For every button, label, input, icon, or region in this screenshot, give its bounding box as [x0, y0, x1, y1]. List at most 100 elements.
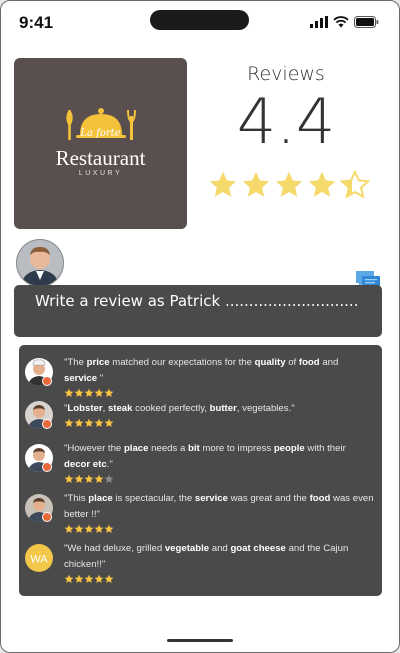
- svg-text:WA: WA: [30, 554, 48, 566]
- star-empty-icon: [104, 474, 114, 483]
- review-keyword: butter: [209, 403, 237, 414]
- review-keyword: bit: [187, 443, 200, 454]
- review-text-segment: was great and the: [227, 493, 310, 504]
- review-keyword: service: [194, 493, 228, 504]
- star-full-icon: [104, 574, 114, 583]
- reviewer-badge-icon: [42, 462, 52, 472]
- review-rating-stars: [64, 574, 114, 584]
- star-full-icon: [64, 388, 74, 397]
- restaurant-logo: La forte Restaurant LUXURY: [14, 58, 187, 229]
- review-keyword: price: [86, 357, 110, 368]
- star-full-icon: [84, 574, 94, 583]
- status-icons: [310, 14, 379, 28]
- review-keyword: food: [309, 493, 331, 504]
- star-full-icon: [74, 524, 84, 533]
- reviews-heading: Reviews: [247, 63, 325, 85]
- reviewer-avatar: WA: [25, 544, 53, 572]
- star-full-icon: [64, 574, 74, 583]
- star-full-icon: [74, 388, 84, 397]
- review-text-segment: more to impress: [199, 443, 274, 454]
- star-full-icon: [94, 574, 104, 583]
- star-full-icon: [94, 388, 104, 397]
- review-text-segment: "However the: [64, 443, 124, 454]
- status-time: 9:41: [19, 13, 54, 32]
- logo-script-text: La forte: [80, 128, 121, 139]
- review-text-segment: and: [209, 543, 231, 554]
- review-text-segment: ": [97, 373, 104, 384]
- review-keyword: place: [88, 493, 113, 504]
- star-full-icon: [84, 524, 94, 533]
- star-full-icon: [64, 474, 74, 483]
- review-keyword: steak: [107, 403, 133, 414]
- star-full-icon: [242, 171, 270, 197]
- review-rating-stars: [64, 388, 114, 398]
- review-text: "Lobster, steak cooked perfectly, butter…: [64, 401, 374, 417]
- star-full-icon: [94, 418, 104, 427]
- review-keyword: quality: [254, 357, 286, 368]
- star-full-icon: [74, 574, 84, 583]
- write-review-prompt: Write a review as Patrick ..............…: [35, 292, 359, 310]
- review-text-segment: of: [285, 357, 299, 368]
- review-text-segment: needs a: [148, 443, 188, 454]
- star-full-icon: [94, 474, 104, 483]
- star-full-icon: [308, 171, 336, 197]
- star-full-icon: [94, 524, 104, 533]
- star-full-icon: [84, 418, 94, 427]
- reviewer-badge-icon: [42, 512, 52, 522]
- review-text: "We had deluxe, grilled vegetable and go…: [64, 541, 374, 573]
- review-text-segment: "This: [64, 493, 89, 504]
- review-keyword: goat cheese: [230, 543, 286, 554]
- battery-icon: [354, 16, 379, 28]
- review-text-segment: matched our expectations for the: [109, 357, 255, 368]
- reviewer-badge-icon: [42, 419, 52, 429]
- star-full-icon: [84, 388, 94, 397]
- phone-frame: 9:41 La forte Restaurant LUXURY Reviews …: [0, 0, 400, 653]
- signal-icon: [310, 16, 328, 28]
- star-full-icon: [209, 171, 237, 197]
- review-keyword: people: [273, 443, 305, 454]
- review-keyword: Lobster: [67, 403, 103, 414]
- review-rating-stars: [64, 474, 114, 484]
- user-portrait-icon: [17, 240, 63, 286]
- logo-subtitle: LUXURY: [78, 170, 123, 177]
- avatar-initials-icon: WA: [25, 544, 53, 572]
- user-avatar[interactable]: [16, 239, 64, 287]
- review-keyword: service: [64, 373, 98, 384]
- review-text-segment: .": [106, 459, 113, 470]
- write-review-input[interactable]: Write a review as Patrick ..............…: [14, 285, 382, 337]
- review-keyword: decor etc: [64, 459, 107, 470]
- review-text-segment: and: [319, 357, 339, 368]
- review-text-segment: , vegetables.": [236, 403, 295, 414]
- star-full-icon: [104, 524, 114, 533]
- star-full-icon: [104, 418, 114, 427]
- review-keyword: vegetable: [164, 543, 210, 554]
- star-full-icon: [74, 474, 84, 483]
- review-text-segment: is spectacular, the: [112, 493, 195, 504]
- review-keyword: food: [298, 357, 320, 368]
- review-text-segment: with their: [304, 443, 346, 454]
- review-text: "The price matched our expectations for …: [64, 355, 374, 387]
- average-rating: 4.4: [236, 85, 336, 158]
- wifi-icon: [333, 16, 349, 28]
- average-rating-stars: [208, 170, 370, 200]
- reviewer-badge-icon: [42, 376, 52, 386]
- review-text: "However the place needs a bit more to i…: [64, 441, 374, 473]
- camera-notch: [150, 10, 249, 30]
- star-full-icon: [104, 388, 114, 397]
- logo-title: Restaurant: [55, 146, 146, 170]
- star-half-icon: [340, 170, 370, 199]
- home-indicator[interactable]: [167, 639, 233, 642]
- review-rating-stars: [64, 418, 114, 428]
- review-keyword: place: [123, 443, 149, 454]
- review-text: "This place is spectacular, the service …: [64, 491, 374, 523]
- star-full-icon: [64, 418, 74, 427]
- review-text-segment: cooked perfectly,: [132, 403, 210, 414]
- star-full-icon: [84, 474, 94, 483]
- star-full-icon: [275, 171, 303, 197]
- review-list: "The price matched our expectations for …: [19, 345, 382, 596]
- review-rating-stars: [64, 524, 114, 534]
- review-text-segment: "The: [64, 357, 87, 368]
- star-full-icon: [64, 524, 74, 533]
- star-full-icon: [74, 418, 84, 427]
- review-text-segment: "We had deluxe, grilled: [64, 543, 165, 554]
